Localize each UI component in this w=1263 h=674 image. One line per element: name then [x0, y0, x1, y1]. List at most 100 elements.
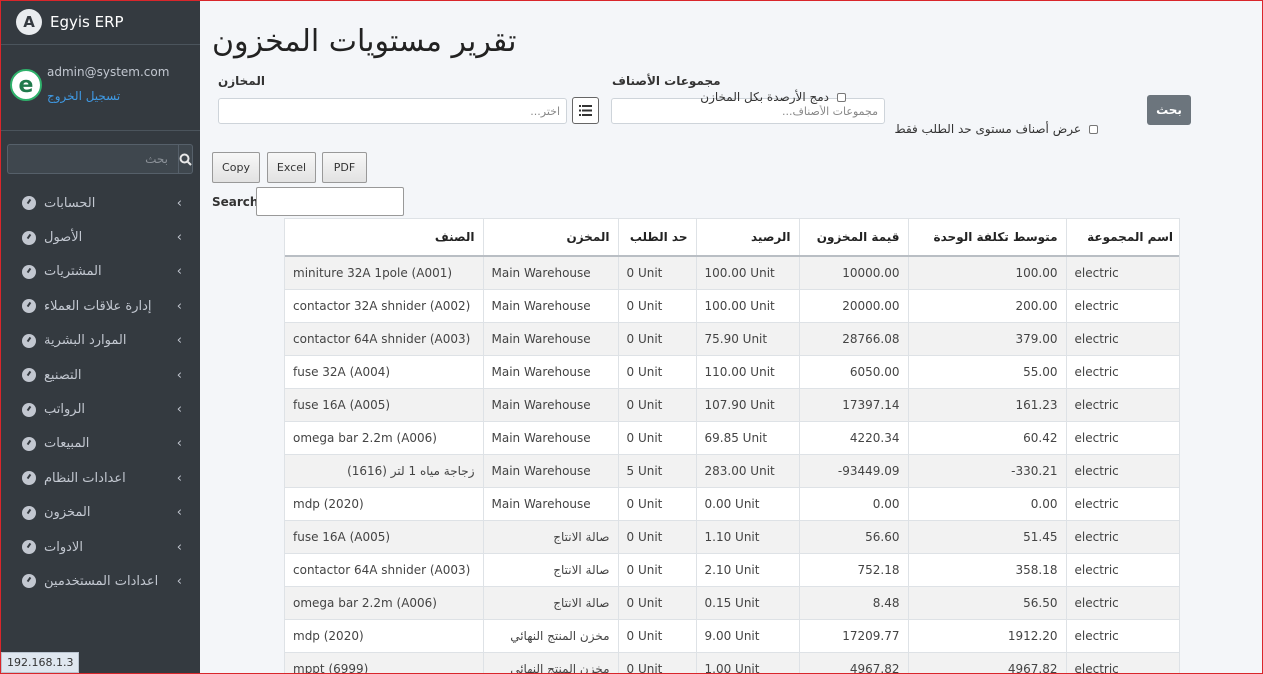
table-cell: 5 Unit	[617, 453, 696, 487]
table-cell: 4220.34	[798, 420, 908, 454]
table-row[interactable]: electric 60.42 4220.34 69.85 Unit 0 Unit Main…	[285, 420, 1179, 454]
merge-balances-checkbox[interactable]	[837, 92, 846, 102]
sidebar-item[interactable]: المخزون ‹	[0, 496, 200, 530]
sidebar-item-label: اعدادات المستخدمين	[44, 573, 159, 589]
table-row[interactable]: electric 200.00 20000.00 100.00 Unit 0 Unit M…	[285, 288, 1179, 322]
table-cell: 0 Unit	[617, 651, 696, 673]
warehouses-select[interactable]	[218, 98, 567, 124]
table-row[interactable]: electric 161.23 17397.14 107.90 Unit 0 Unit M…	[285, 387, 1179, 421]
column-header[interactable]: الرصيد	[695, 219, 799, 257]
sidebar-search-input[interactable]	[7, 144, 178, 174]
chevron-left-icon: ‹	[176, 367, 182, 383]
sidebar-item[interactable]: الادوات ‹	[0, 530, 200, 564]
table-row[interactable]: electric 51.45 56.60 1.10 Unit 0 Unit صالة ال…	[285, 519, 1179, 553]
pdf-button[interactable]: PDF	[322, 152, 367, 183]
table-cell: 4967.82	[907, 651, 1066, 673]
table-cell: 0 Unit	[617, 420, 696, 454]
table-cell: omega bar 2.2m (A006)	[285, 585, 483, 619]
tachometer-icon	[22, 264, 36, 279]
sidebar-item[interactable]: المبيعات ‹	[0, 427, 200, 461]
table-cell: Main Warehouse	[482, 420, 618, 454]
table-row[interactable]: electric 100.00 10000.00 100.00 Unit 0 Unit M…	[285, 255, 1179, 289]
table-cell: 200.00	[907, 288, 1066, 322]
excel-button[interactable]: Excel	[267, 152, 316, 183]
sidebar-item[interactable]: اعدادات النظام ‹	[0, 461, 200, 495]
table-cell: 56.50	[907, 585, 1066, 619]
table-body: electric 100.00 10000.00 100.00 Unit 0 Unit M…	[285, 255, 1179, 673]
table-row[interactable]: electric 379.00 28766.08 75.90 Unit 0 Unit Ma…	[285, 321, 1179, 355]
warehouses-list-button[interactable]	[572, 97, 599, 124]
table-cell: mdp (2020)	[285, 486, 483, 520]
table-row[interactable]: electric 4967.82 4967.82 1.00 Unit 0 Unit مخز…	[285, 651, 1179, 673]
sidebar-item[interactable]: الحسابات ‹	[0, 186, 200, 220]
merge-balances-option[interactable]: دمج الأرصدة بكل المخازن	[700, 90, 846, 104]
tachometer-icon	[22, 574, 36, 589]
table-cell: 20000.00	[798, 288, 908, 322]
logout-link[interactable]: تسجيل الخروج	[47, 89, 169, 103]
reorder-level-option[interactable]: عرض أصناف مستوى حد الطلب فقط	[895, 122, 1098, 136]
table-row[interactable]: electric -330.21 -93449.09 283.00 Unit 5 Uni…	[285, 453, 1179, 487]
table-cell: 28766.08	[798, 321, 908, 355]
column-header[interactable]: متوسط تكلفة الوحدة	[907, 219, 1066, 257]
table-cell: electric	[1065, 387, 1179, 421]
chevron-left-icon: ‹	[176, 264, 182, 280]
sidebar-item-label: الحسابات	[44, 195, 96, 211]
table-row[interactable]: electric 56.50 8.48 0.15 Unit 0 Unit صالة الا…	[285, 585, 1179, 619]
table-cell: 110.00 Unit	[695, 354, 799, 388]
table-cell: miniture 32A 1pole (A001)	[285, 255, 483, 289]
sidebar-item-label: المخزون	[44, 505, 91, 521]
sidebar-item[interactable]: التصنيع ‹	[0, 358, 200, 392]
sidebar-item[interactable]: اعدادات المستخدمين ‹	[0, 564, 200, 598]
table-cell: 75.90 Unit	[695, 321, 799, 355]
table-cell: 0 Unit	[617, 618, 696, 652]
merge-balances-label: دمج الأرصدة بكل المخازن	[700, 90, 829, 104]
warehouses-label: المخازن	[218, 74, 265, 88]
table-search-input[interactable]	[256, 187, 404, 216]
brand-logo: A	[16, 9, 42, 35]
brand[interactable]: A Egyis ERP	[0, 0, 200, 45]
search-button[interactable]: بحث	[1147, 95, 1191, 125]
chevron-left-icon: ‹	[176, 333, 182, 349]
sidebar-item[interactable]: الموارد البشرية ‹	[0, 324, 200, 358]
column-header[interactable]: اسم المجموعة	[1065, 219, 1179, 257]
table-cell: electric	[1065, 288, 1179, 322]
reorder-level-checkbox[interactable]	[1089, 124, 1098, 134]
column-header[interactable]: الصنف	[285, 219, 483, 257]
sidebar-item[interactable]: المشتريات ‹	[0, 255, 200, 289]
table-cell: 161.23	[907, 387, 1066, 421]
sidebar-item[interactable]: إدارة علاقات العملاء ‹	[0, 289, 200, 323]
tachometer-icon	[22, 505, 36, 520]
tachometer-icon	[22, 368, 36, 383]
sidebar-item-label: اعدادات النظام	[44, 470, 126, 486]
table-cell: 9.00 Unit	[695, 618, 799, 652]
table-cell: Main Warehouse	[482, 486, 618, 520]
table-row[interactable]: electric 55.00 6050.00 110.00 Unit 0 Unit Mai…	[285, 354, 1179, 388]
sidebar-search-button[interactable]	[178, 144, 193, 174]
column-header[interactable]: حد الطلب	[617, 219, 696, 257]
table-row[interactable]: electric 0.00 0.00 0.00 Unit 0 Unit Main Ware…	[285, 486, 1179, 520]
chevron-left-icon: ‹	[176, 230, 182, 246]
table-cell: 10000.00	[798, 255, 908, 289]
sidebar-item[interactable]: الرواتب ‹	[0, 392, 200, 426]
chevron-left-icon: ‹	[176, 539, 182, 555]
chevron-left-icon: ‹	[176, 436, 182, 452]
table-cell: contactor 64A shnider (A003)	[285, 321, 483, 355]
avatar[interactable]: e	[10, 69, 42, 101]
brand-name: Egyis ERP	[50, 13, 124, 31]
table-cell: 0 Unit	[617, 387, 696, 421]
table-cell: مخزن المنتج النهائي	[482, 651, 618, 673]
page-title: تقرير مستويات المخزون	[212, 24, 517, 59]
table-cell: electric	[1065, 420, 1179, 454]
table-cell: 100.00 Unit	[695, 288, 799, 322]
sidebar-item-label: إدارة علاقات العملاء	[44, 298, 152, 314]
sidebar-item[interactable]: الأصول ‹	[0, 220, 200, 254]
table-cell: electric	[1065, 486, 1179, 520]
table-row[interactable]: electric 358.18 752.18 2.10 Unit 0 Unit صالة …	[285, 552, 1179, 586]
sidebar-item-label: الادوات	[44, 539, 83, 555]
column-header[interactable]: قيمة المخزون	[798, 219, 908, 257]
table-cell: 17397.14	[798, 387, 908, 421]
table-row[interactable]: electric 1912.20 17209.77 9.00 Unit 0 Unit مخ…	[285, 618, 1179, 652]
table-cell: electric	[1065, 618, 1179, 652]
column-header[interactable]: المخزن	[482, 219, 618, 257]
copy-button[interactable]: Copy	[212, 152, 260, 183]
